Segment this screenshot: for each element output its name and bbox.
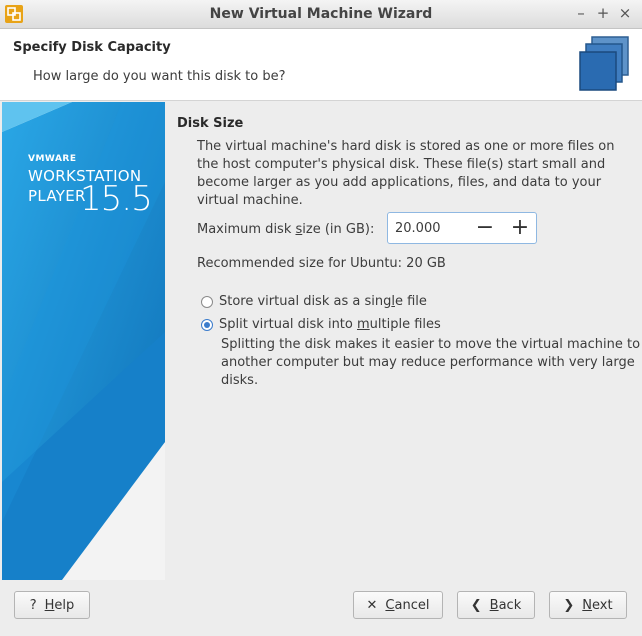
minimize-icon[interactable]: – — [570, 2, 592, 24]
disk-size-stepper[interactable]: 20.000 − + — [387, 212, 537, 244]
virtual-disks-icon — [578, 35, 632, 93]
disk-size-input[interactable]: 20.000 — [395, 221, 441, 236]
close-icon[interactable]: × — [614, 2, 636, 24]
single-file-option[interactable]: Store virtual disk as a single file — [201, 294, 427, 309]
increase-icon[interactable]: + — [505, 215, 535, 241]
page-subtitle: How large do you want this disk to be? — [33, 69, 286, 84]
multiple-files-label[interactable]: Split virtual disk into multiple files — [219, 317, 441, 332]
brand-vendor: VMWARE — [28, 154, 77, 164]
wizard-footer: ? Help ✕ Cancel ❮ Back ❯ Next — [0, 580, 642, 636]
brand-sidebar: VMWARE WORKSTATION PLAYER 15.5 — [2, 102, 165, 580]
single-file-label[interactable]: Store virtual disk as a single file — [219, 294, 427, 309]
back-button[interactable]: ❮ Back — [457, 591, 535, 619]
brand-version: 15.5 — [80, 179, 153, 219]
next-button[interactable]: ❯ Next — [549, 591, 627, 619]
next-label: Next — [582, 597, 613, 613]
page-title: Specify Disk Capacity — [13, 40, 171, 55]
back-label: Back — [489, 597, 522, 613]
wizard-header: Specify Disk Capacity How large do you w… — [0, 29, 642, 101]
brand-product-line2: PLAYER — [28, 187, 86, 205]
chevron-right-icon: ❯ — [563, 597, 575, 613]
window-title: New Virtual Machine Wizard — [209, 6, 433, 22]
multiple-files-option[interactable]: Split virtual disk into multiple files — [201, 317, 441, 332]
title-bar: New Virtual Machine Wizard – + × — [0, 0, 642, 29]
disk-size-heading: Disk Size — [177, 116, 244, 131]
help-button[interactable]: ? Help — [14, 591, 90, 619]
multiple-files-description: Splitting the disk makes it easier to mo… — [221, 337, 641, 388]
cancel-button[interactable]: ✕ Cancel — [353, 591, 443, 619]
help-label: Help — [44, 597, 75, 613]
cancel-label: Cancel — [385, 597, 430, 613]
max-disk-size-label: Maximum disk size (in GB): — [197, 222, 375, 237]
vmware-brand: VMWARE WORKSTATION PLAYER 15.5 — [28, 154, 153, 223]
maximize-icon[interactable]: + — [592, 2, 614, 24]
cancel-icon: ✕ — [366, 597, 378, 613]
help-icon: ? — [29, 597, 37, 613]
decrease-icon[interactable]: − — [470, 215, 500, 241]
multiple-files-radio[interactable] — [201, 318, 213, 331]
recommended-size-text: Recommended size for Ubuntu: 20 GB — [197, 256, 446, 271]
chevron-left-icon: ❮ — [470, 597, 482, 613]
single-file-radio[interactable] — [201, 295, 213, 308]
disk-description: The virtual machine's hard disk is store… — [197, 139, 615, 208]
